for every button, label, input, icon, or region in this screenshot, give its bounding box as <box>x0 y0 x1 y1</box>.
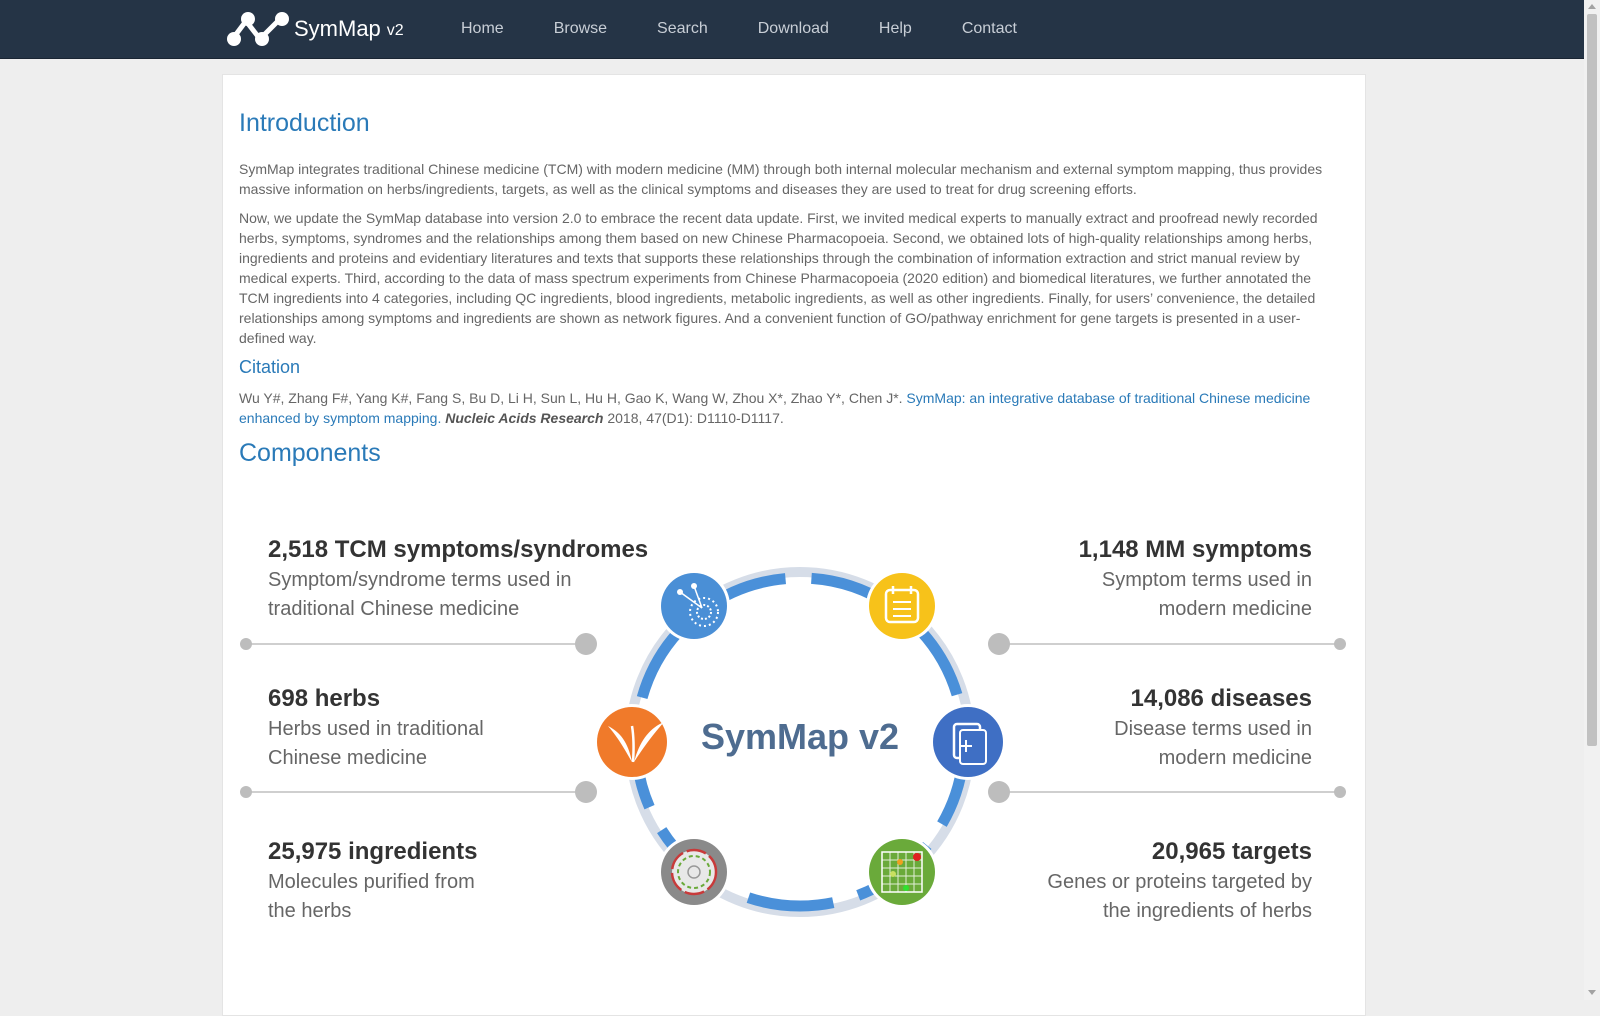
component-count: 2,518 TCM symptoms/syndromes <box>268 536 649 563</box>
ring-center-title: SymMap v2 <box>700 716 900 757</box>
component-desc-line2: the ingredients of herbs <box>1102 900 1312 922</box>
ingredient-icon <box>658 836 730 908</box>
component-desc-line2: Chinese medicine <box>268 747 427 769</box>
component-desc-line1: Genes or proteins targeted by <box>1047 871 1312 893</box>
component-desc-line1: Symptom terms used in <box>1101 569 1312 591</box>
scroll-thumb[interactable] <box>1587 14 1597 746</box>
component-desc-line2: modern medicine <box>1158 598 1312 620</box>
scroll-down-arrow-icon[interactable] <box>1588 990 1596 995</box>
component-herbs[interactable]: 698 herbs Herbs used in traditional Chin… <box>268 683 668 773</box>
component-mm-symptoms[interactable]: 1,148 MM symptoms Symptom terms used in … <box>912 534 1312 624</box>
components-diagram: SymMap v2 2,518 TCM symptoms/syndromes S… <box>0 0 1600 1000</box>
component-desc-line1: Herbs used in traditional <box>268 718 484 740</box>
component-desc-line1: Disease terms used in <box>1114 718 1312 740</box>
component-count: 698 herbs <box>268 685 381 712</box>
component-ingredients[interactable]: 25,975 ingredients Molecules purified fr… <box>268 836 668 926</box>
component-count: 25,975 ingredients <box>268 838 478 865</box>
component-diseases[interactable]: 14,086 diseases Disease terms used in mo… <box>912 683 1312 773</box>
components-ring-graphic <box>240 567 1346 917</box>
scroll-up-arrow-icon[interactable] <box>1588 4 1596 9</box>
tcm-symptom-icon <box>658 570 730 642</box>
component-targets[interactable]: 20,965 targets Genes or proteins targete… <box>912 836 1312 926</box>
component-count: 1,148 MM symptoms <box>1078 536 1312 563</box>
component-desc-line2: the herbs <box>268 900 352 922</box>
page-scrollbar[interactable] <box>1584 0 1600 1000</box>
component-tcm-symptoms[interactable]: 2,518 TCM symptoms/syndromes Symptom/syn… <box>268 534 668 624</box>
component-count: 20,965 targets <box>1151 838 1312 865</box>
component-desc-line2: modern medicine <box>1158 747 1312 769</box>
component-desc-line2: traditional Chinese medicine <box>268 598 520 620</box>
component-count: 14,086 diseases <box>1130 685 1313 712</box>
component-desc-line1: Symptom/syndrome terms used in <box>268 569 572 591</box>
component-desc-line1: Molecules purified from <box>268 871 475 893</box>
